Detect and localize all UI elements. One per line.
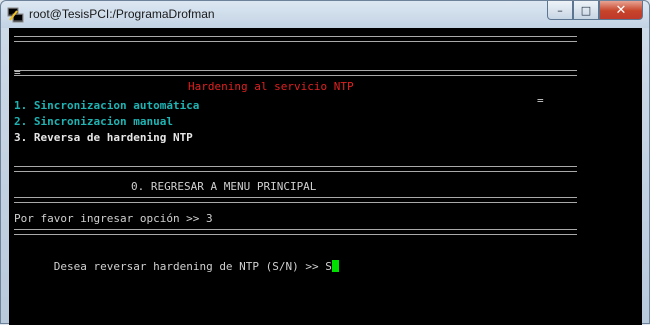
window-title: root@TesisPCI:/ProgramaDrofman bbox=[29, 7, 215, 21]
putty-terminal-icon[interactable] bbox=[7, 6, 24, 23]
minimize-icon: – bbox=[557, 3, 563, 17]
title-bar[interactable]: root@TesisPCI:/ProgramaDrofman – □ ✕ bbox=[1, 1, 649, 28]
header-title: Hardening al servicio NTP bbox=[188, 80, 354, 93]
confirm-prompt: Desea reversar hardening de NTP (S/N) >>… bbox=[53, 260, 332, 273]
option-prompt: Por favor ingresar opción >> 3 bbox=[14, 212, 213, 225]
divider bbox=[14, 229, 577, 235]
confirm-prompt-row[interactable]: Desea reversar hardening de NTP (S/N) >>… bbox=[14, 246, 339, 273]
header-right-border: = bbox=[537, 94, 544, 107]
terminal-screen[interactable]: = Hardening al servicio NTP = 1. Sincron… bbox=[9, 28, 642, 325]
header-row: = Hardening al servicio NTP = bbox=[14, 52, 584, 107]
menu-item-1: 1. Sincronizacion automática bbox=[14, 99, 200, 112]
menu-item-2: 2. Sincronizacion manual bbox=[14, 115, 173, 128]
divider bbox=[14, 36, 577, 42]
window-controls: – □ ✕ bbox=[547, 1, 643, 21]
divider bbox=[14, 70, 577, 76]
maximize-button[interactable]: □ bbox=[573, 1, 599, 20]
divider bbox=[14, 166, 577, 172]
terminal-window: root@TesisPCI:/ProgramaDrofman – □ ✕ = H… bbox=[0, 0, 650, 325]
divider bbox=[14, 197, 577, 203]
close-button[interactable]: ✕ bbox=[599, 1, 643, 20]
text-cursor bbox=[331, 260, 339, 272]
return-option: 0. REGRESAR A MENU PRINCIPAL bbox=[131, 180, 317, 193]
menu-item-3: 3. Reversa de hardening NTP bbox=[14, 131, 193, 144]
minimize-button[interactable]: – bbox=[547, 1, 573, 20]
maximize-icon: □ bbox=[580, 3, 592, 17]
close-icon: ✕ bbox=[615, 2, 627, 18]
